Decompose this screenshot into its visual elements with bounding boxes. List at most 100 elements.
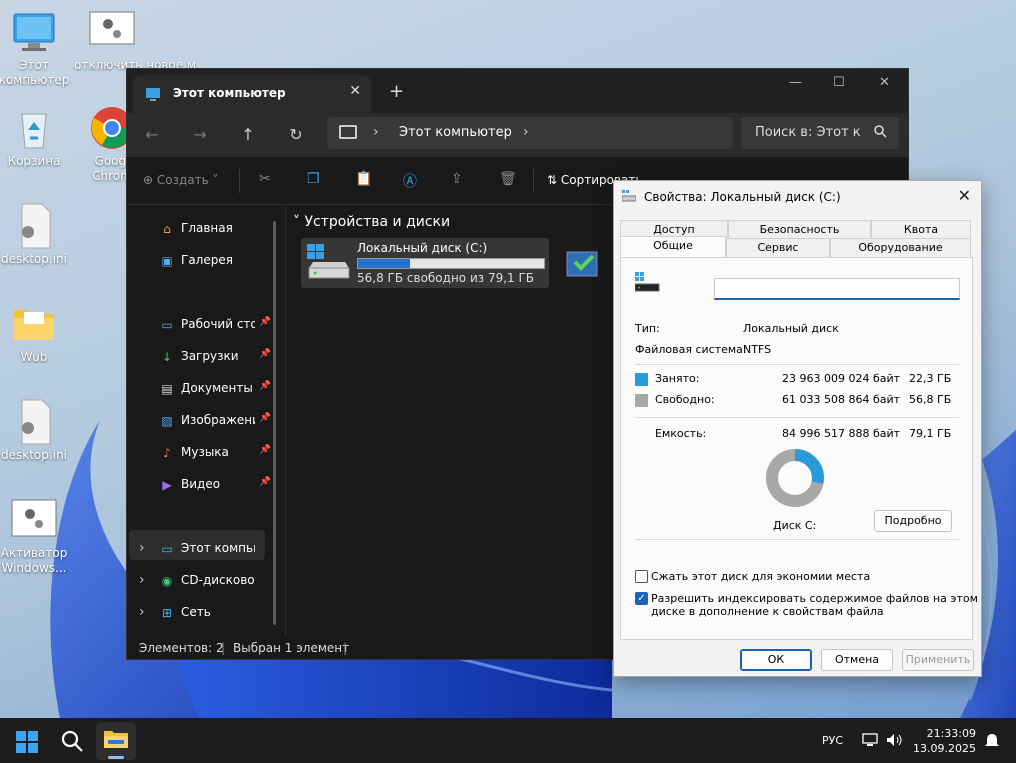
new-tab-button[interactable]: + (389, 81, 404, 102)
status-item-count: Элементов: 2 (139, 641, 224, 655)
tab-hardware[interactable]: Оборудование (830, 238, 971, 257)
back-button[interactable]: ← (141, 124, 163, 146)
desktop-icon-disable-new-menu[interactable]: отключить новое м (74, 8, 196, 73)
sidebar-item-label: Галерея (181, 253, 233, 267)
sidebar-item[interactable]: ↓ Загрузки 📌 (159, 347, 271, 367)
close-button[interactable]: ✕ (879, 75, 890, 90)
sidebar-item[interactable]: ▶ Видео 📌 (159, 475, 271, 495)
explorer-titlebar: Этот компьютер ✕ + — ☐ ✕ (127, 69, 908, 113)
monitor-icon (13, 13, 55, 51)
dialog-close-button[interactable]: ✕ (958, 186, 971, 205)
volume-label-input[interactable] (714, 278, 960, 300)
desktop-icon-desktop-ini-1[interactable]: desktop.ini (0, 202, 72, 267)
search-icon (874, 125, 887, 138)
rename-icon[interactable]: Ⓐ (403, 171, 417, 191)
network-icon[interactable] (862, 733, 878, 747)
sidebar-item-label: Документы (181, 381, 253, 395)
notification-icon[interactable] (984, 733, 1000, 749)
apply-button[interactable]: Применить (902, 649, 974, 671)
sidebar-item-label: Музыка (181, 445, 229, 459)
pictures-icon: ▨ (161, 414, 173, 428)
delete-icon[interactable]: 🗑 (499, 171, 517, 187)
desktop-icon-recycle-bin[interactable]: Корзина (0, 104, 72, 169)
share-icon[interactable]: ⇪ (451, 171, 463, 187)
sidebar-item[interactable]: ▭ Этот компьюте › (139, 539, 267, 559)
pin-icon[interactable]: 📌 (260, 317, 271, 327)
tab-this-pc[interactable]: Этот компьютер ✕ (133, 75, 371, 113)
drive-usage-bar (357, 258, 545, 269)
desktop-icon-activator[interactable]: Активатор Windows... (0, 496, 72, 576)
chevron-right-icon[interactable]: › (373, 124, 379, 140)
sidebar-item[interactable]: ♪ Музыка 📌 (159, 443, 271, 463)
search-input[interactable]: Поиск в: Этот к (741, 117, 899, 149)
monitor-icon (146, 88, 160, 101)
chevron-right-icon[interactable]: › (139, 540, 145, 556)
sidebar-scrollbar[interactable] (273, 221, 276, 625)
tab-quota[interactable]: Квота (871, 220, 971, 239)
sidebar-item[interactable]: ⌂ Главная (159, 219, 267, 239)
cd-drive-icon[interactable] (565, 244, 601, 280)
maximize-button[interactable]: ☐ (833, 75, 845, 90)
status-divider: | (343, 641, 348, 655)
toolbar-divider (533, 169, 534, 193)
cancel-button[interactable]: Отмена (821, 649, 893, 671)
sidebar-item[interactable]: ◉ CD-дисковод (D › (139, 571, 267, 591)
used-label: Занято: (655, 372, 700, 385)
drive-name: Локальный диск (C:) (357, 241, 488, 255)
drive-item-c[interactable]: Локальный диск (C:) 56,8 ГБ свободно из … (301, 238, 549, 288)
sidebar-item[interactable]: ▭ Рабочий сто 📌 (159, 315, 271, 335)
chevron-right-icon[interactable]: › (523, 124, 529, 140)
index-label-line1: Разрешить индексировать содержимое файло… (651, 592, 978, 605)
pin-icon[interactable]: 📌 (260, 349, 271, 359)
desktop-icon-wub[interactable]: Wub (0, 300, 72, 365)
paste-icon[interactable]: 📋 (355, 171, 372, 187)
search-icon[interactable] (60, 729, 84, 753)
disk-label: Диск C: (773, 519, 817, 532)
documents-icon: ▤ (161, 382, 173, 396)
group-devices-and-drives[interactable]: ˅ Устройства и диски (293, 214, 450, 230)
sidebar-item[interactable]: ▣ Галерея (159, 251, 267, 271)
breadcrumb-this-pc[interactable]: Этот компьютер (399, 125, 512, 140)
create-button[interactable]: ⊕ Создать ˅ (143, 173, 219, 187)
pin-icon[interactable]: 📌 (260, 445, 271, 455)
chevron-right-icon[interactable]: › (139, 604, 145, 620)
home-icon: ⌂ (163, 222, 171, 236)
desktop-icon-this-pc[interactable]: Этот компьютер (0, 8, 72, 88)
capacity-gb: 79,1 ГБ (909, 427, 952, 440)
type-value: Локальный диск (743, 322, 839, 335)
minimize-button[interactable]: — (789, 75, 802, 90)
drive-icon (635, 272, 660, 292)
index-checkbox[interactable]: ✓ (635, 592, 648, 605)
chevron-right-icon[interactable]: › (139, 572, 145, 588)
sidebar-item[interactable]: ▨ Изображени 📌 (159, 411, 271, 431)
pin-icon[interactable]: 📌 (260, 381, 271, 391)
refresh-button[interactable]: ↻ (285, 124, 307, 146)
sidebar-item-label: Видео (181, 477, 221, 491)
compress-checkbox[interactable] (635, 570, 648, 583)
copy-icon[interactable]: ❐ (307, 171, 320, 187)
clock[interactable]: 21:33:09 13.09.2025 (908, 726, 976, 756)
pin-icon[interactable]: 📌 (260, 413, 271, 423)
windows-start-icon[interactable] (16, 731, 38, 753)
tab-security[interactable]: Безопасность (728, 220, 871, 239)
sidebar-item-label: CD-дисковод (D (181, 573, 255, 587)
search-placeholder: Поиск в: Этот к (755, 125, 861, 140)
details-button[interactable]: Подробно (874, 510, 952, 532)
sidebar-item[interactable]: ⊞ Сеть › (139, 603, 267, 623)
language-indicator[interactable]: РУС (822, 734, 843, 747)
sidebar-item[interactable]: ▤ Документы 📌 (159, 379, 271, 399)
ok-button[interactable]: ОК (740, 649, 812, 671)
address-bar[interactable]: › Этот компьютер › (327, 117, 733, 149)
desktop-icon-desktop-ini-2[interactable]: desktop.ini (0, 398, 72, 463)
tab-close-icon[interactable]: ✕ (349, 83, 361, 99)
tab-title: Этот компьютер (173, 86, 286, 100)
forward-button[interactable]: → (189, 124, 211, 146)
up-button[interactable]: ↑ (237, 124, 259, 146)
volume-icon[interactable] (886, 733, 904, 747)
compress-label: Сжать этот диск для экономии места (651, 570, 871, 583)
tab-tools[interactable]: Сервис (726, 238, 830, 257)
tab-general[interactable]: Общие (620, 236, 726, 257)
pin-icon[interactable]: 📌 (260, 477, 271, 487)
cut-icon[interactable]: ✂ (259, 171, 271, 187)
taskbar-file-explorer[interactable] (96, 722, 136, 760)
